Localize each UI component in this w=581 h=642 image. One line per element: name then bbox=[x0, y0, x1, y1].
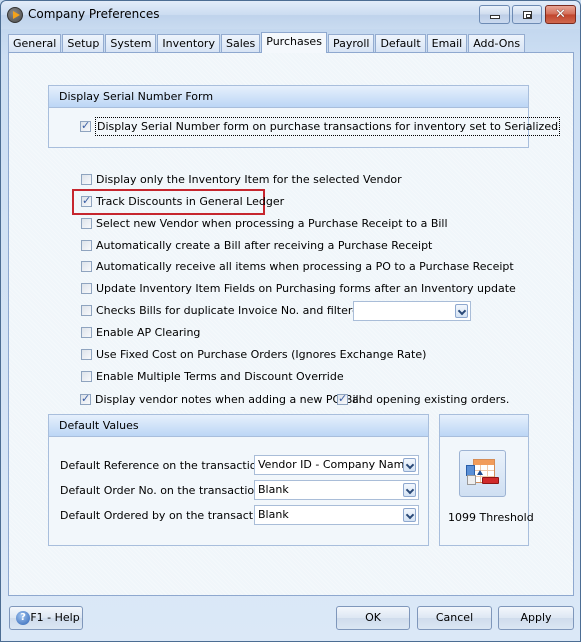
duplicate-filter-dropdown[interactable] bbox=[353, 301, 471, 321]
option-label: Update Inventory Item Fields on Purchasi… bbox=[96, 282, 516, 295]
default-reference-value: Vendor ID - Company Name bbox=[258, 458, 412, 471]
apply-button[interactable]: Apply bbox=[498, 606, 574, 630]
option-inventory-for-vendor[interactable]: Display only the Inventory Item for the … bbox=[81, 173, 402, 186]
option-auto-create-bill[interactable]: Automatically create a Bill after receiv… bbox=[81, 239, 432, 252]
option-label: Track Discounts in General Ledger bbox=[96, 195, 285, 208]
tab-strip: General Setup System Inventory Sales Pur… bbox=[8, 32, 526, 53]
default-values-title: Default Values bbox=[49, 415, 428, 437]
tab-system[interactable]: System bbox=[105, 34, 157, 53]
option-multiple-terms[interactable]: Enable Multiple Terms and Discount Overr… bbox=[81, 370, 344, 383]
default-order-no-value: Blank bbox=[258, 483, 289, 496]
maximize-icon bbox=[523, 11, 532, 19]
maximize-button[interactable] bbox=[512, 5, 542, 24]
checkbox[interactable] bbox=[81, 174, 92, 185]
chevron-down-icon[interactable] bbox=[403, 458, 416, 472]
option-label: Automatically receive all items when pro… bbox=[96, 260, 514, 273]
option-select-new-vendor[interactable]: Select new Vendor when processing a Purc… bbox=[81, 217, 448, 230]
option-label: Display only the Inventory Item for the … bbox=[96, 173, 402, 186]
arrow-up-icon bbox=[477, 470, 483, 475]
red-bar-icon bbox=[482, 477, 499, 484]
checkbox[interactable] bbox=[81, 218, 92, 229]
option-label: Automatically create a Bill after receiv… bbox=[96, 239, 433, 252]
option-label: Enable AP Clearing bbox=[96, 326, 201, 339]
option-fixed-cost[interactable]: Use Fixed Cost on Purchase Orders (Ignor… bbox=[81, 348, 426, 361]
minimize-icon bbox=[490, 15, 500, 19]
tab-general[interactable]: General bbox=[8, 34, 62, 53]
option-auto-receive-items[interactable]: Automatically receive all items when pro… bbox=[81, 260, 514, 273]
default-reference-label: Default Reference on the transactions bbox=[60, 459, 270, 472]
tab-inventory[interactable]: Inventory bbox=[157, 34, 220, 53]
ok-button[interactable]: OK bbox=[336, 606, 410, 630]
minimize-button[interactable] bbox=[479, 5, 510, 24]
option-enable-ap-clearing[interactable]: Enable AP Clearing bbox=[81, 326, 200, 339]
document-icon bbox=[467, 475, 476, 485]
help-icon: ? bbox=[16, 611, 30, 625]
company-preferences-window: Company Preferences ✕ General Setup Syst… bbox=[0, 0, 581, 642]
chevron-down-icon[interactable] bbox=[403, 483, 416, 497]
close-icon: ✕ bbox=[555, 7, 566, 22]
option-check-duplicate-invoice[interactable]: Checks Bills for duplicate Invoice No. a… bbox=[81, 304, 386, 317]
option-label: Enable Multiple Terms and Discount Overr… bbox=[96, 370, 344, 383]
option-label: Display vendor notes when adding a new P… bbox=[95, 393, 362, 406]
option-vendor-notes[interactable]: Display vendor notes when adding a new P… bbox=[80, 392, 362, 406]
checkbox[interactable] bbox=[81, 305, 92, 316]
default-order-no-dropdown[interactable]: Blank bbox=[254, 480, 419, 500]
option-vendor-notes-existing[interactable]: and opening existing orders. bbox=[337, 392, 510, 406]
default-ordered-by-label: Default Ordered by on the transactions bbox=[60, 509, 276, 522]
default-reference-dropdown[interactable]: Vendor ID - Company Name bbox=[254, 455, 419, 475]
title-bar: Company Preferences ✕ bbox=[1, 1, 580, 29]
serial-number-checkbox[interactable] bbox=[80, 119, 91, 132]
app-logo-icon bbox=[7, 7, 23, 23]
option-label: and opening existing orders. bbox=[352, 393, 510, 406]
checkbox[interactable] bbox=[80, 392, 91, 405]
tab-purchases[interactable]: Purchases bbox=[261, 32, 327, 53]
checkbox[interactable] bbox=[81, 240, 92, 251]
checkbox[interactable] bbox=[81, 194, 92, 207]
checkbox[interactable] bbox=[81, 327, 92, 338]
tab-default[interactable]: Default bbox=[375, 34, 426, 53]
window-title: Company Preferences bbox=[28, 7, 160, 21]
default-ordered-by-value: Blank bbox=[258, 508, 289, 521]
threshold-button[interactable] bbox=[459, 450, 506, 497]
checkbox[interactable] bbox=[81, 349, 92, 360]
checkbox[interactable] bbox=[81, 283, 92, 294]
tab-payroll[interactable]: Payroll bbox=[327, 34, 375, 53]
tab-email[interactable]: Email bbox=[426, 34, 468, 53]
tab-setup[interactable]: Setup bbox=[62, 34, 105, 53]
help-label: F1 - Help bbox=[30, 611, 80, 624]
checkbox[interactable] bbox=[81, 371, 92, 382]
help-button[interactable]: ? F1 - Help bbox=[9, 606, 83, 630]
default-ordered-by-dropdown[interactable]: Blank bbox=[254, 505, 419, 525]
option-update-inventory-fields[interactable]: Update Inventory Item Fields on Purchasi… bbox=[81, 282, 516, 295]
threshold-group-header bbox=[440, 415, 528, 437]
option-label: Use Fixed Cost on Purchase Orders (Ignor… bbox=[96, 348, 427, 361]
serial-number-option[interactable]: Display Serial Number form on purchase t… bbox=[80, 117, 561, 136]
cancel-button[interactable]: Cancel bbox=[417, 606, 492, 630]
option-track-discounts[interactable]: Track Discounts in General Ledger bbox=[81, 194, 285, 208]
tab-add-ons[interactable]: Add-Ons bbox=[468, 34, 526, 53]
serial-number-label: Display Serial Number form on purchase t… bbox=[95, 117, 561, 136]
threshold-label[interactable]: 1099 Threshold bbox=[448, 511, 534, 524]
chevron-down-icon[interactable] bbox=[403, 508, 416, 522]
option-label: Select new Vendor when processing a Purc… bbox=[96, 217, 448, 230]
default-order-no-label: Default Order No. on the transactions bbox=[60, 484, 267, 497]
close-button[interactable]: ✕ bbox=[545, 5, 576, 24]
option-label: Checks Bills for duplicate Invoice No. a… bbox=[96, 304, 386, 317]
checkbox[interactable] bbox=[81, 261, 92, 272]
serial-number-group-title: Display Serial Number Form bbox=[49, 86, 528, 108]
checkbox[interactable] bbox=[337, 392, 348, 405]
chevron-down-icon[interactable] bbox=[455, 304, 468, 318]
tab-sales[interactable]: Sales bbox=[220, 34, 261, 53]
